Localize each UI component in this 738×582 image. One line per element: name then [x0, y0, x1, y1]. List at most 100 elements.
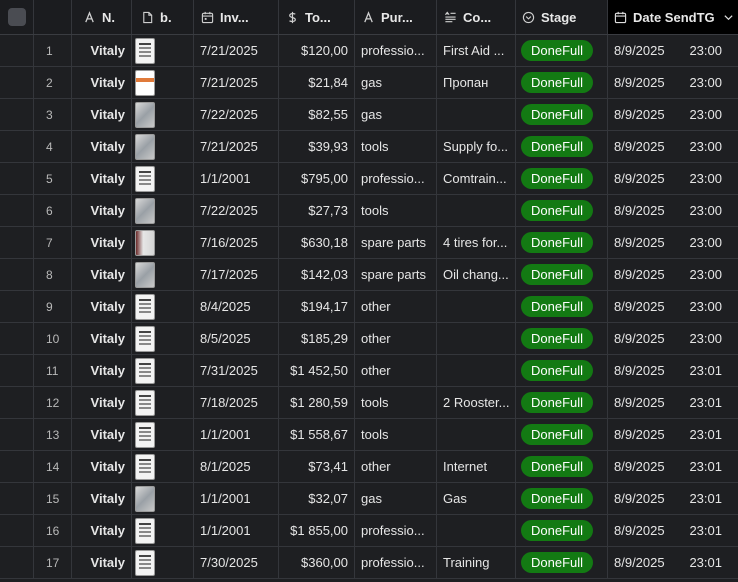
comment-cell[interactable] — [437, 323, 516, 354]
stage-cell[interactable]: DoneFull — [516, 163, 608, 194]
row-select-cell[interactable] — [0, 387, 34, 418]
invoice-date-cell[interactable]: 7/16/2025 — [194, 227, 279, 258]
invoice-date-cell[interactable]: 8/1/2025 — [194, 451, 279, 482]
name-cell[interactable]: Vitaly — [72, 163, 132, 194]
table-row[interactable]: 1 Vitaly 7/21/2025 $120,00 professio... First… — [0, 35, 738, 67]
comment-cell[interactable] — [437, 99, 516, 130]
name-cell[interactable]: Vitaly — [72, 99, 132, 130]
attachment-cell[interactable] — [132, 195, 194, 226]
name-cell[interactable]: Vitaly — [72, 387, 132, 418]
row-select-cell[interactable] — [0, 131, 34, 162]
name-cell[interactable]: Vitaly — [72, 67, 132, 98]
name-cell[interactable]: Vitaly — [72, 291, 132, 322]
purpose-cell[interactable]: tools — [355, 195, 437, 226]
table-row[interactable]: 9 Vitaly 8/4/2025 $194,17 other DoneFull 8/9/2… — [0, 291, 738, 323]
attachment-cell[interactable] — [132, 515, 194, 546]
stage-cell[interactable]: DoneFull — [516, 483, 608, 514]
attachment-thumbnail[interactable] — [135, 69, 155, 96]
row-select-cell[interactable] — [0, 483, 34, 514]
row-select-cell[interactable] — [0, 259, 34, 290]
row-select-cell[interactable] — [0, 515, 34, 546]
invoice-date-cell[interactable]: 7/22/2025 — [194, 195, 279, 226]
comment-cell[interactable]: Supply fo... — [437, 131, 516, 162]
name-cell[interactable]: Vitaly — [72, 227, 132, 258]
invoice-date-cell[interactable]: 7/21/2025 — [194, 35, 279, 66]
total-cell[interactable]: $73,41 — [279, 451, 355, 482]
row-select-cell[interactable] — [0, 547, 34, 578]
name-cell[interactable]: Vitaly — [72, 323, 132, 354]
comment-cell[interactable] — [437, 195, 516, 226]
comment-cell[interactable]: Training — [437, 547, 516, 578]
attachment-cell[interactable] — [132, 387, 194, 418]
comment-cell[interactable] — [437, 355, 516, 386]
select-all-cell[interactable] — [0, 0, 34, 34]
stage-cell[interactable]: DoneFull — [516, 67, 608, 98]
total-cell[interactable]: $1 452,50 — [279, 355, 355, 386]
comment-cell[interactable] — [437, 419, 516, 450]
date-send-cell[interactable]: 8/9/2025 23:01 — [608, 451, 738, 482]
comment-cell[interactable]: 4 tires for... — [437, 227, 516, 258]
name-cell[interactable]: Vitaly — [72, 355, 132, 386]
invoice-date-cell[interactable]: 7/21/2025 — [194, 131, 279, 162]
invoice-date-cell[interactable]: 7/30/2025 — [194, 547, 279, 578]
table-row[interactable]: 12 Vitaly 7/18/2025 $1 280,59 tools 2 Rooster… — [0, 387, 738, 419]
invoice-date-cell[interactable]: 7/18/2025 — [194, 387, 279, 418]
total-cell[interactable]: $1 855,00 — [279, 515, 355, 546]
table-row[interactable]: 2 Vitaly 7/21/2025 $21,84 gas Пропан DoneFull 8… — [0, 67, 738, 99]
table-row[interactable]: 3 Vitaly 7/22/2025 $82,55 gas DoneFull 8/9/202… — [0, 99, 738, 131]
comment-cell[interactable]: Пропан — [437, 67, 516, 98]
stage-cell[interactable]: DoneFull — [516, 387, 608, 418]
column-header-total[interactable]: To... — [279, 0, 355, 34]
stage-cell[interactable]: DoneFull — [516, 131, 608, 162]
purpose-cell[interactable]: other — [355, 291, 437, 322]
date-send-cell[interactable]: 8/9/2025 23:00 — [608, 291, 738, 322]
name-cell[interactable]: Vitaly — [72, 451, 132, 482]
stage-cell[interactable]: DoneFull — [516, 259, 608, 290]
attachment-thumbnail[interactable] — [135, 517, 155, 544]
attachment-cell[interactable] — [132, 291, 194, 322]
attachment-cell[interactable] — [132, 99, 194, 130]
name-cell[interactable]: Vitaly — [72, 483, 132, 514]
table-row[interactable]: 16 Vitaly 1/1/2001 $1 855,00 professio... Don… — [0, 515, 738, 547]
comment-cell[interactable]: Gas — [437, 483, 516, 514]
attachment-cell[interactable] — [132, 419, 194, 450]
purpose-cell[interactable]: spare parts — [355, 227, 437, 258]
name-cell[interactable]: Vitaly — [72, 131, 132, 162]
comment-cell[interactable]: Internet — [437, 451, 516, 482]
purpose-cell[interactable]: professio... — [355, 515, 437, 546]
attachment-thumbnail[interactable] — [135, 229, 155, 256]
attachment-cell[interactable] — [132, 451, 194, 482]
total-cell[interactable]: $1 280,59 — [279, 387, 355, 418]
purpose-cell[interactable]: gas — [355, 67, 437, 98]
attachment-cell[interactable] — [132, 227, 194, 258]
table-row[interactable]: 17 Vitaly 7/30/2025 $360,00 professio... Trai… — [0, 547, 738, 579]
purpose-cell[interactable]: other — [355, 323, 437, 354]
row-select-cell[interactable] — [0, 355, 34, 386]
total-cell[interactable]: $142,03 — [279, 259, 355, 290]
stage-cell[interactable]: DoneFull — [516, 195, 608, 226]
date-send-cell[interactable]: 8/9/2025 23:01 — [608, 515, 738, 546]
total-cell[interactable]: $185,29 — [279, 323, 355, 354]
table-row[interactable]: 6 Vitaly 7/22/2025 $27,73 tools DoneFull 8/9/2… — [0, 195, 738, 227]
table-row[interactable]: 7 Vitaly 7/16/2025 $630,18 spare parts 4 tire… — [0, 227, 738, 259]
date-send-cell[interactable]: 8/9/2025 23:00 — [608, 227, 738, 258]
invoice-date-cell[interactable]: 8/5/2025 — [194, 323, 279, 354]
invoice-date-cell[interactable]: 8/4/2025 — [194, 291, 279, 322]
attachment-thumbnail[interactable] — [135, 165, 155, 192]
purpose-cell[interactable]: professio... — [355, 547, 437, 578]
attachment-thumbnail[interactable] — [135, 357, 155, 384]
total-cell[interactable]: $120,00 — [279, 35, 355, 66]
attachment-thumbnail[interactable] — [135, 453, 155, 480]
stage-cell[interactable]: DoneFull — [516, 515, 608, 546]
attachment-thumbnail[interactable] — [135, 485, 155, 512]
date-send-cell[interactable]: 8/9/2025 23:01 — [608, 483, 738, 514]
invoice-date-cell[interactable]: 1/1/2001 — [194, 163, 279, 194]
row-select-cell[interactable] — [0, 99, 34, 130]
invoice-date-cell[interactable]: 1/1/2001 — [194, 483, 279, 514]
attachment-cell[interactable] — [132, 547, 194, 578]
attachment-thumbnail[interactable] — [135, 549, 155, 576]
column-header-name[interactable]: N. — [72, 0, 132, 34]
table-row[interactable]: 13 Vitaly 1/1/2001 $1 558,67 tools DoneFull 8/… — [0, 419, 738, 451]
attachment-cell[interactable] — [132, 483, 194, 514]
attachment-thumbnail[interactable] — [135, 101, 155, 128]
